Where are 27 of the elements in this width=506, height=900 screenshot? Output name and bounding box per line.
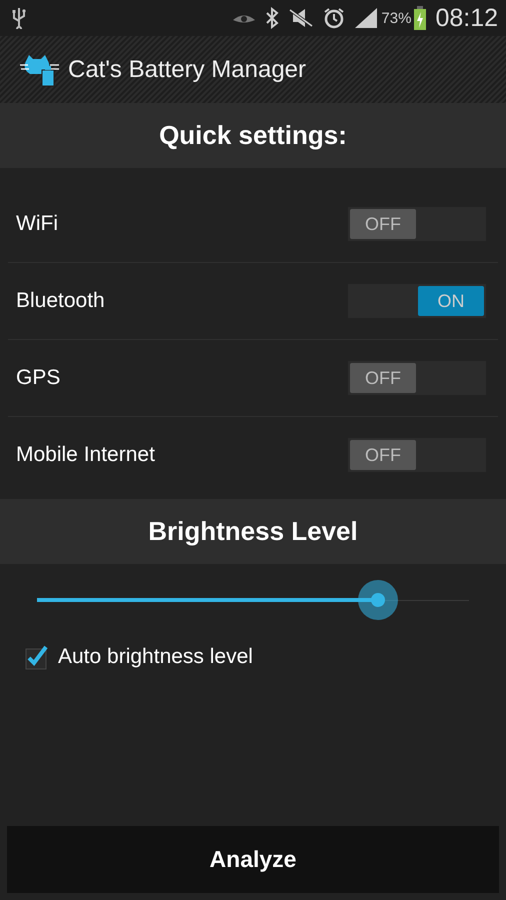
mute-icon [288,8,314,28]
analyze-button[interactable]: Analyze [7,826,499,893]
setting-label: GPS [16,366,60,390]
switch-thumb: OFF [350,440,416,470]
bluetooth-icon [265,7,280,29]
usb-icon [12,7,26,29]
toggle-switch[interactable]: OFF [348,207,486,241]
app-title: Cat's Battery Manager [68,56,306,84]
battery-percent: 73% [381,10,412,26]
signal-icon [354,8,378,28]
switch-thumb: ON [418,286,484,316]
slider-thumb[interactable] [358,580,398,620]
checkbox-label: Auto brightness level [58,645,253,669]
cat-battery-icon [20,52,60,86]
toggle-switch[interactable]: ON [348,284,486,318]
alarm-icon [323,7,346,29]
switch-thumb: OFF [350,209,416,239]
toggle-switch[interactable]: OFF [348,361,486,395]
switch-thumb: OFF [350,363,416,393]
section-title: Quick settings: [159,120,347,151]
section-title: Brightness Level [148,516,358,547]
toggle-switch[interactable]: OFF [348,438,486,472]
setting-label: Mobile Internet [16,443,155,467]
clock-time: 08:12 [435,4,498,32]
setting-label: WiFi [16,212,58,236]
battery-icon [414,6,426,30]
setting-label: Bluetooth [16,289,105,313]
